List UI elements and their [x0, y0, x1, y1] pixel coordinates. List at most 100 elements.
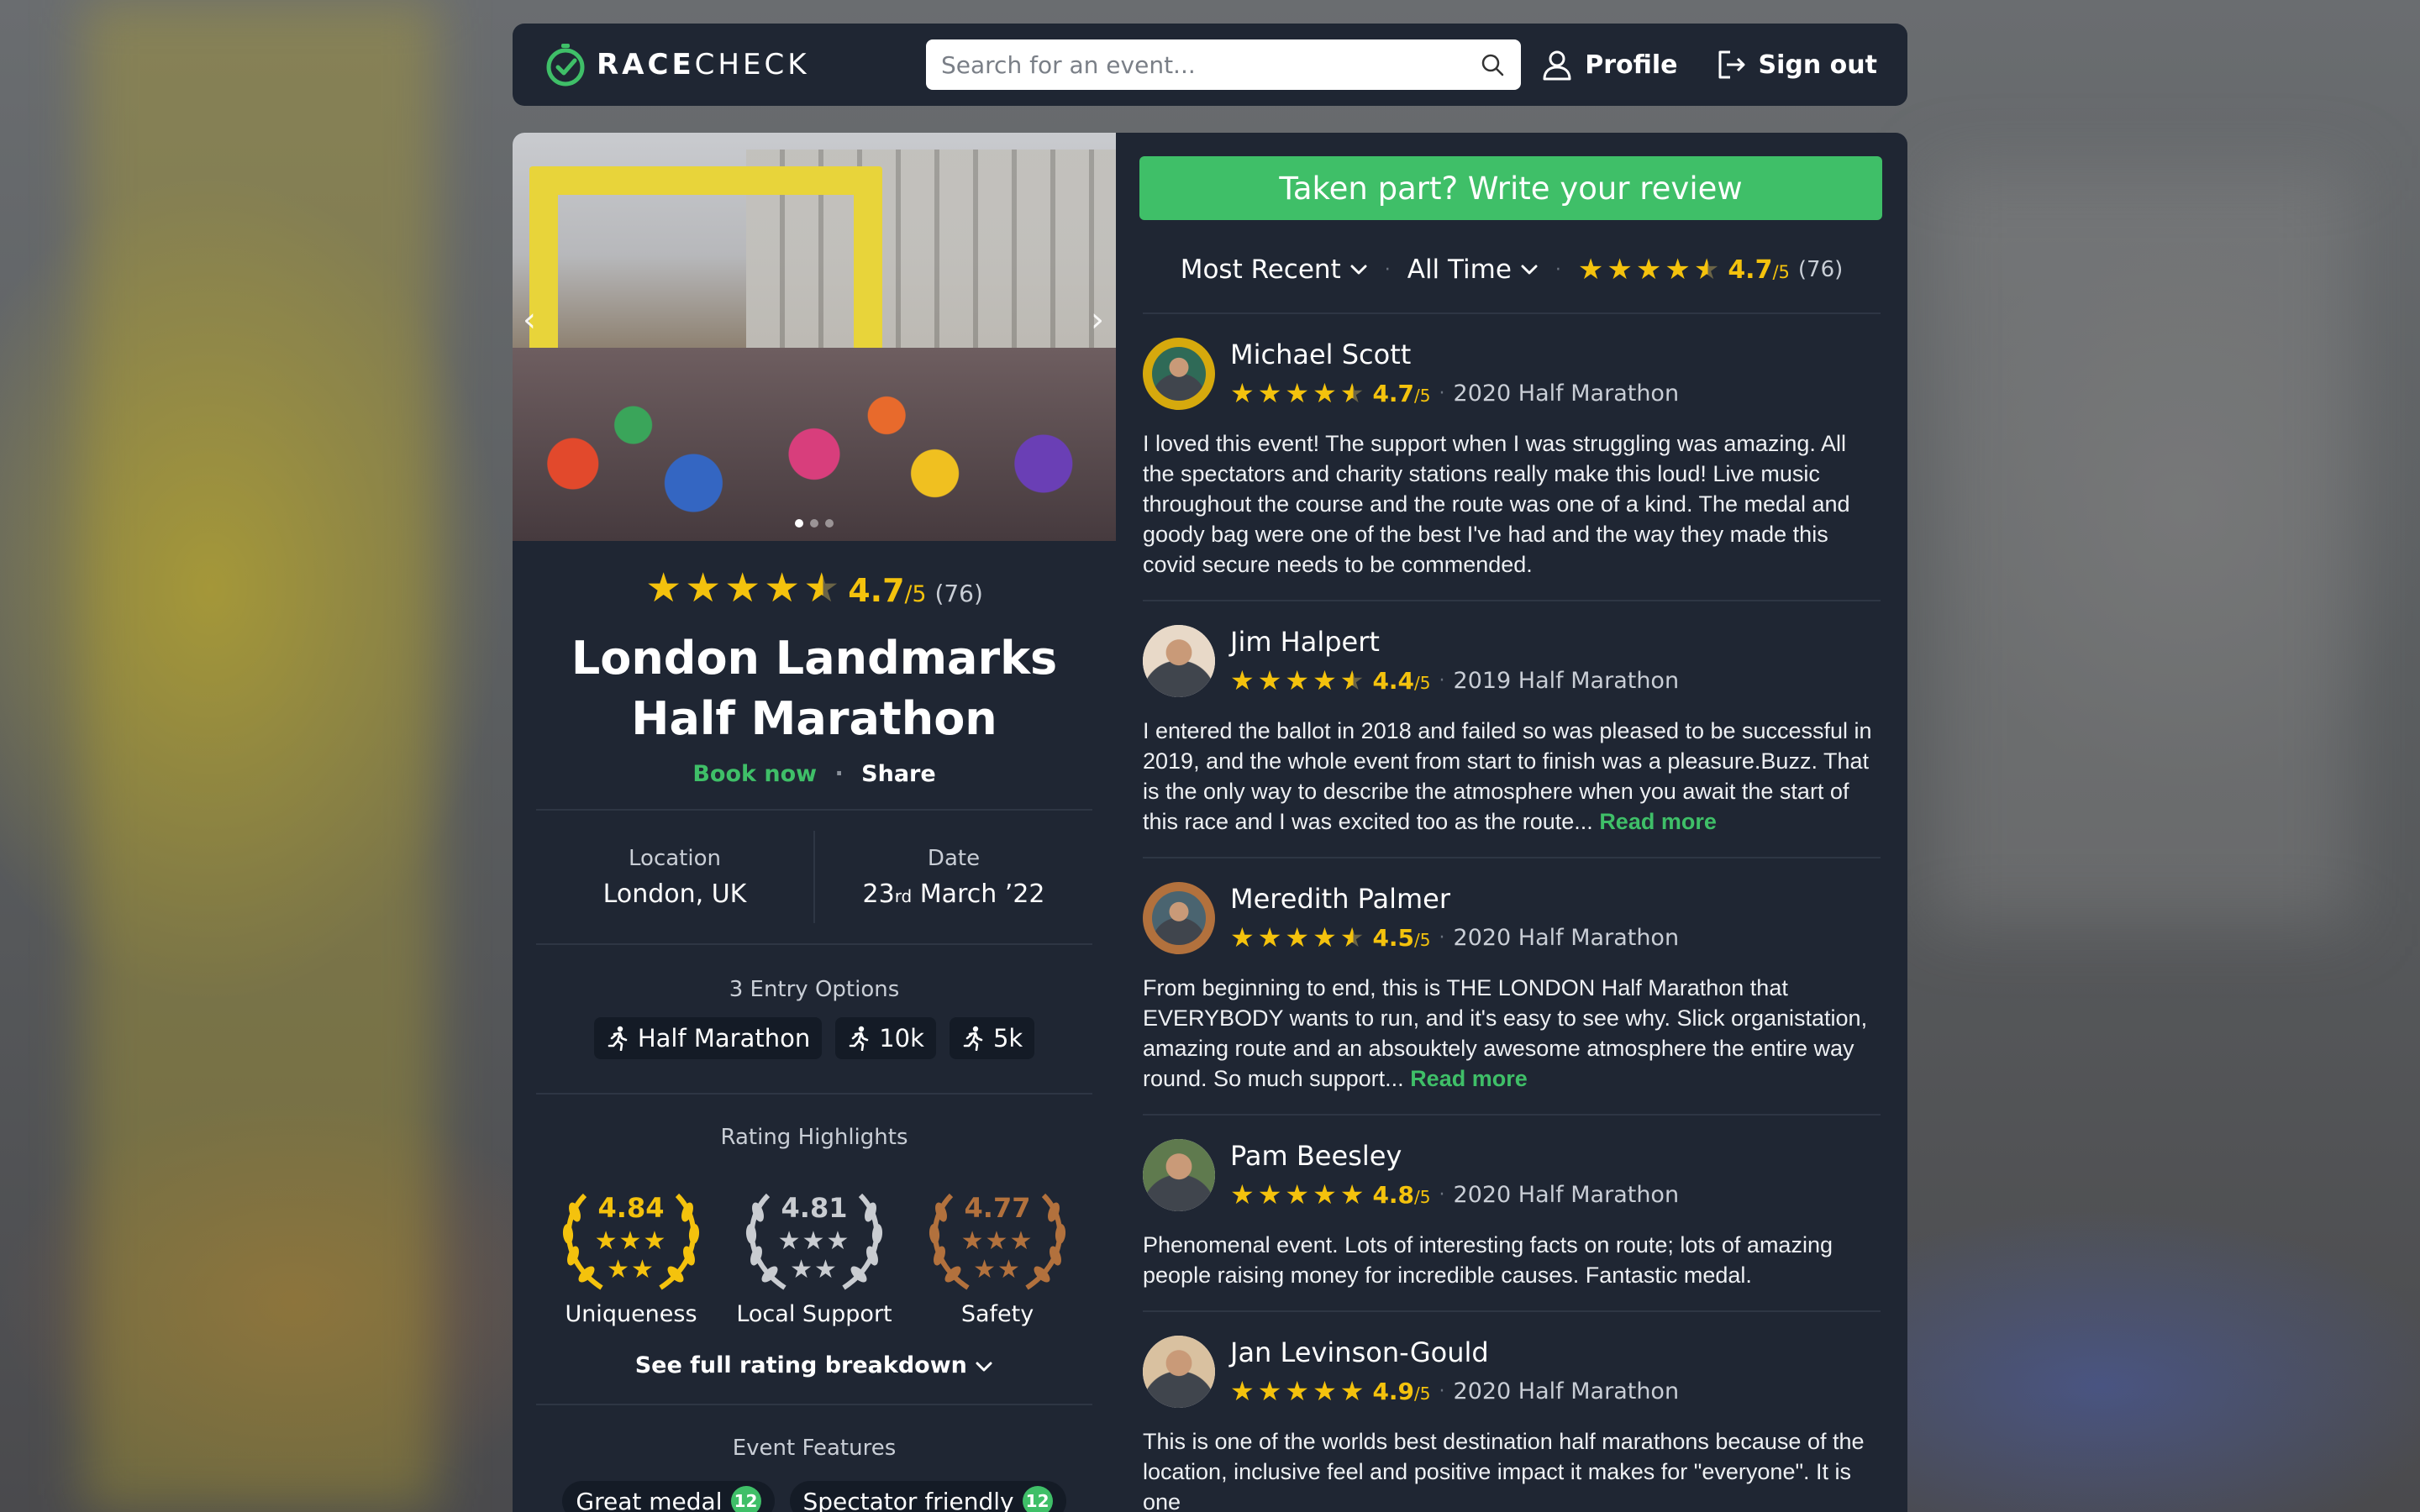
carousel-dot[interactable] — [825, 519, 834, 528]
gold-laurel-icon: 4.84 ★★★ ★★ — [551, 1179, 711, 1296]
review-score: 4.7/5 — [1372, 379, 1431, 407]
star-icon: ★ — [1230, 1179, 1255, 1210]
star-icon: ★ — [1665, 253, 1691, 286]
see-full-breakdown-link[interactable]: See full rating breakdown — [513, 1352, 1116, 1378]
bronze-laurel-icon: 4.77 ★★★ ★★ — [918, 1179, 1077, 1296]
star-icon: ★ — [1635, 253, 1662, 286]
rating-highlights: 4.84 ★★★ ★★ Uniqueness 4.81 ★★★ ★★ Local S… — [513, 1179, 1116, 1327]
carousel-dot[interactable] — [795, 519, 803, 528]
review-filters: Most Recent · All Time · ★ ★ ★ ★ ★ 4.7/5… — [1143, 227, 1881, 314]
read-more-link[interactable]: Read more — [1410, 1066, 1528, 1091]
avatar[interactable] — [1143, 338, 1215, 410]
half-star-icon: ★ — [1693, 253, 1720, 286]
entry-options: Half Marathon 10k 5k — [513, 1017, 1116, 1059]
star-icon: ★ — [1339, 1375, 1365, 1407]
star-icon: ★ — [724, 564, 761, 612]
star-icon: ★ — [1257, 1179, 1282, 1210]
review-card: Pam Beesley ★ ★ ★ ★ ★ 4.8/5 · 2020 Half Marathon… — [1143, 1116, 1881, 1312]
reviewer-name[interactable]: Pam Beesley — [1230, 1140, 1679, 1172]
half-star-icon: ★ — [803, 564, 840, 612]
review-event-label: 2020 Half Marathon — [1453, 924, 1680, 951]
profile-label: Profile — [1585, 50, 1678, 80]
highlight-name: Uniqueness — [565, 1301, 697, 1327]
date-info: Date 23rd March ’22 — [815, 846, 1092, 909]
event-rating-count: (76) — [934, 580, 983, 607]
avatar[interactable] — [1143, 1139, 1215, 1211]
review-text: This is one of the worlds best destinati… — [1143, 1429, 1865, 1512]
event-actions: Book now · Share — [692, 761, 936, 787]
search-input[interactable] — [941, 50, 1479, 79]
divider — [536, 1093, 1092, 1095]
star-icon: ★ — [764, 564, 801, 612]
reviewer-name[interactable]: Michael Scott — [1230, 339, 1679, 370]
read-more-link[interactable]: Read more — [1599, 809, 1717, 834]
review-card: Jan Levinson-Gould ★ ★ ★ ★ ★ 4.9/5 · 2020 Half M… — [1143, 1312, 1881, 1512]
event-photo-carousel[interactable]: ‹ › — [513, 133, 1116, 541]
rating-highlights-label: Rating Highlights — [720, 1125, 908, 1150]
star-icon: ★ — [1285, 1179, 1310, 1210]
location-info: Location London, UK — [536, 846, 813, 909]
date-label: Date — [927, 845, 981, 871]
review-star-rating: ★ ★ ★ ★ ★ — [1230, 664, 1364, 696]
silver-laurel-icon: 4.81 ★★★ ★★ — [734, 1179, 894, 1296]
search-icon[interactable] — [1479, 51, 1506, 78]
star-icon: ★ — [1313, 1179, 1337, 1210]
carousel-dot[interactable] — [810, 519, 818, 528]
highlight-score: 4.81 — [781, 1192, 848, 1224]
avatar[interactable] — [1143, 882, 1215, 954]
star-icon: ★ — [1257, 664, 1282, 696]
date-value: 23rd March ’22 — [862, 879, 1045, 909]
chevron-down-icon — [976, 1362, 992, 1372]
entry-option-half-marathon[interactable]: Half Marathon — [593, 1017, 823, 1059]
event-star-rating: ★ ★ ★ ★ ★ — [645, 564, 839, 612]
feature-spectator-friendly[interactable]: Spectator friendly 12 — [789, 1481, 1066, 1512]
signout-link[interactable]: Sign out — [1713, 47, 1877, 82]
star-icon: ★ — [1313, 664, 1337, 696]
review-card: Michael Scott ★ ★ ★ ★ ★ 4.7/5 · 2020 Half Marath… — [1143, 314, 1881, 601]
highlight-local-support: 4.81 ★★★ ★★ Local Support — [734, 1179, 894, 1327]
star-icon: ★ — [1285, 921, 1310, 953]
star-icon: ★ — [1313, 1375, 1337, 1407]
carousel-next-icon[interactable]: › — [1091, 301, 1104, 339]
entry-option-label: 5k — [992, 1024, 1023, 1053]
highlight-name: Local Support — [736, 1301, 892, 1327]
share-link[interactable]: Share — [861, 761, 936, 787]
reviews-list: Michael Scott ★ ★ ★ ★ ★ 4.7/5 · 2020 Half Marath… — [1139, 314, 1884, 1512]
star-icon: ★ — [1230, 921, 1255, 953]
carousel-prev-icon[interactable]: ‹ — [523, 301, 536, 339]
sort-dropdown[interactable]: Most Recent — [1181, 255, 1368, 285]
feature-great-medal[interactable]: Great medal 12 — [562, 1481, 775, 1512]
reviewer-name[interactable]: Jim Halpert — [1230, 626, 1679, 658]
entry-option-5k[interactable]: 5k — [949, 1017, 1035, 1059]
write-review-button[interactable]: Taken part? Write your review — [1139, 156, 1882, 220]
book-now-link[interactable]: Book now — [692, 761, 817, 787]
search-bar — [926, 39, 1521, 90]
review-event-label: 2019 Half Marathon — [1453, 667, 1680, 694]
event-rating: ★ ★ ★ ★ ★ 4.7/5 (76) — [513, 564, 1116, 612]
entry-option-10k[interactable]: 10k — [835, 1017, 936, 1059]
feature-count: 12 — [730, 1486, 761, 1512]
star-icon: ★ — [1577, 253, 1604, 286]
reviewer-name[interactable]: Jan Levinson-Gould — [1230, 1336, 1679, 1368]
event-features: Great medal 12 Spectator friendly 12 — [513, 1481, 1116, 1512]
feature-label: Spectator friendly — [802, 1487, 1014, 1512]
sort-label: Most Recent — [1180, 255, 1341, 285]
racecheck-logo[interactable]: RACECHECK — [543, 42, 913, 87]
runner-icon — [849, 1026, 869, 1051]
period-dropdown[interactable]: All Time — [1407, 255, 1539, 285]
avatar[interactable] — [1143, 625, 1215, 697]
reviewer-name[interactable]: Meredith Palmer — [1230, 883, 1679, 915]
review-text: I entered the ballot in 2018 and failed … — [1143, 718, 1872, 834]
profile-link[interactable]: Profile — [1539, 47, 1678, 82]
review-score: 4.9/5 — [1372, 1377, 1431, 1405]
avatar[interactable] — [1143, 1336, 1215, 1408]
star-icon: ★ — [1257, 1375, 1282, 1407]
star-icon: ★ — [1230, 664, 1255, 696]
event-title: London Landmarks Half Marathon — [571, 632, 1058, 745]
highlight-score: 4.77 — [964, 1192, 1031, 1224]
reviews-panel: Taken part? Write your review Most Recen… — [1116, 133, 1907, 1512]
entry-option-label: Half Marathon — [637, 1024, 811, 1053]
location-date-row: Location London, UK Date 23rd March ’22 — [536, 811, 1092, 943]
overall-score: 4.7/5 — [1728, 255, 1790, 285]
chevron-down-icon — [1521, 265, 1538, 275]
